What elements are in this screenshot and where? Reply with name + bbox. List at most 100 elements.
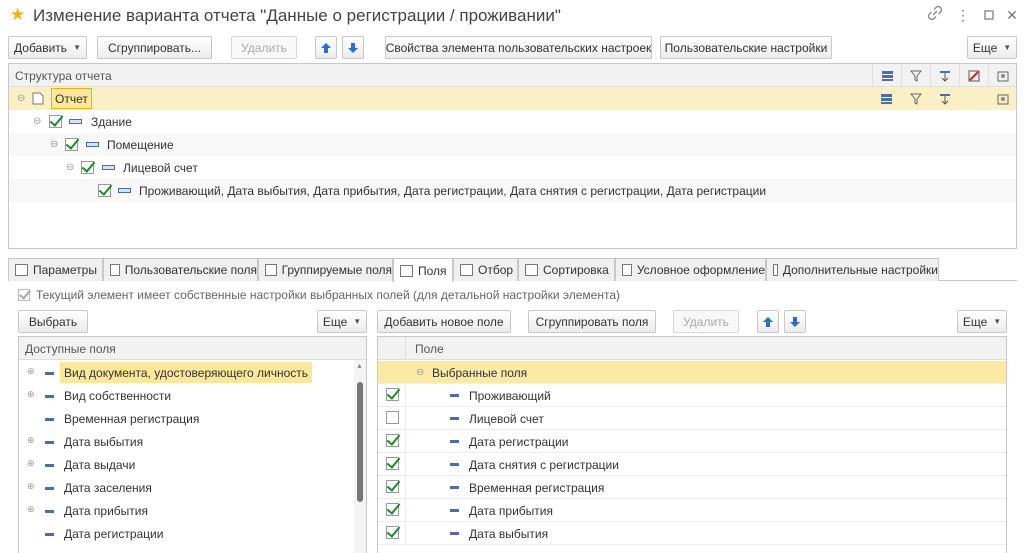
collapse-icon[interactable]: ⊖ [50,139,58,150]
selected-fields-group-row[interactable]: ⊖ Выбранные поля [378,361,1006,384]
expand-icon[interactable]: ⊕ [27,504,35,515]
tab-filter[interactable]: Отбор [453,258,518,281]
group-fields-button[interactable]: Сгруппировать поля [528,310,656,333]
row-checkbox[interactable] [386,503,399,516]
row-checkbox[interactable] [65,138,78,151]
structure-row-room[interactable]: ⊖ Помещение [9,133,1016,156]
field-label: Дата выдачи [64,458,136,472]
tab-fields[interactable]: Поля [393,258,453,282]
list-item[interactable]: ⊕ Дата выбытия [19,430,356,453]
filter-column-icon [901,64,930,87]
grouping-icon [872,87,901,110]
close-icon[interactable]: ✕ [1003,6,1021,24]
list-item[interactable]: Дата регистрации [19,522,356,545]
collapse-icon[interactable]: ⊖ [416,367,424,378]
additional-settings-icon [988,87,1017,110]
select-button[interactable]: Выбрать [18,310,88,333]
list-item[interactable]: ⊕ Дата прибытия [19,499,356,522]
structure-row-label: Здание [91,115,132,129]
structure-row-resident-details[interactable]: Проживающий, Дата выбытия, Дата прибытия… [9,179,1016,202]
collapse-icon[interactable]: ⊖ [17,93,25,104]
expand-icon[interactable]: ⊕ [27,366,35,377]
tab-additional-settings[interactable]: Дополнительные настройки [766,258,939,281]
table-row[interactable]: Дата регистрации [378,430,1006,453]
structure-row-account[interactable]: ⊖ Лицевой счет [9,156,1016,179]
field-icon [450,417,459,420]
row-checkbox[interactable] [81,161,94,174]
additional-settings-column-icon [988,64,1017,87]
move-down-button[interactable] [342,36,364,59]
tab-label: Поля [418,263,447,278]
list-item[interactable]: Временная регистрация [19,407,356,430]
row-checkbox[interactable] [386,457,399,470]
element-properties-button[interactable]: Свойства элемента пользовательских настр… [385,36,652,59]
list-item[interactable]: ⊕ Дата заселения [19,476,356,499]
grouped-fields-icon [265,264,277,276]
structure-row-building[interactable]: ⊖ Здание [9,110,1016,133]
tab-label: Параметры [33,263,97,277]
tab-conditional-format[interactable]: Условное оформление [615,258,766,281]
favorite-star-icon[interactable]: ★ [10,5,25,25]
collapse-icon[interactable]: ⊖ [33,116,41,127]
collapse-icon[interactable]: ⊖ [66,162,74,173]
expand-icon[interactable]: ⊕ [27,481,35,492]
row-checkbox[interactable] [49,115,62,128]
move-up-button[interactable] [315,36,337,59]
tab-sorting[interactable]: Сортировка [518,258,615,281]
vertical-scrollbar[interactable]: ▲ [354,360,366,553]
maximize-icon[interactable] [980,6,998,24]
list-item[interactable]: ⊕ Вид собственности [19,384,356,407]
sort-icon [525,264,538,276]
table-row[interactable]: Дата прибытия [378,499,1006,522]
fields-icon [400,264,413,277]
available-fields-header-label: Доступные поля [25,342,116,356]
table-row[interactable]: Лицевой счет [378,407,1006,430]
add-button[interactable]: Добавить ▼ [8,36,87,59]
row-checkbox[interactable] [386,526,399,539]
scroll-up-icon[interactable]: ▲ [356,363,363,370]
own-settings-checkbox[interactable]: Текущий элемент имеет собственные настро… [18,288,620,302]
left-more-label: Еще [322,314,348,329]
structure-row-label: Проживающий, Дата выбытия, Дата прибытия… [139,184,767,198]
field-move-down-button[interactable] [784,310,806,333]
table-row[interactable]: Дата выбытия [378,522,1006,545]
group-button[interactable]: Сгруппировать... [97,36,212,59]
user-settings-button[interactable]: Пользовательские настройки [660,36,832,59]
row-checkbox[interactable] [386,434,399,447]
field-label: Дата выбытия [469,527,549,541]
expand-icon[interactable]: ⊕ [27,458,35,469]
list-item[interactable]: ⊕ Вид документа, удостоверяющего личност… [19,361,356,384]
field-move-up-button[interactable] [757,310,779,333]
right-more-button[interactable]: Еще ▼ [957,310,1007,333]
structure-row-report[interactable]: ⊖ Отчет [9,87,1016,110]
more-icon[interactable]: ⋮ [954,6,972,24]
row-checkbox[interactable] [386,411,399,424]
delete-button-label: Удалить [241,40,287,55]
table-row[interactable]: Проживающий [378,384,1006,407]
tab-parameters[interactable]: Параметры [8,258,103,281]
field-label: Проживающий [469,389,551,403]
add-new-field-label: Добавить новое поле [384,314,504,329]
additional-settings-icon [773,264,778,276]
field-icon [45,418,54,421]
tab-grouped-fields[interactable]: Группируемые поля [258,258,393,281]
expand-icon[interactable]: ⊕ [27,389,35,400]
table-row[interactable]: Временная регистрация [378,476,1006,499]
right-delete-button[interactable]: Удалить [673,310,739,333]
list-item[interactable]: ⊕ Дата выдачи [19,453,356,476]
tab-label: Дополнительные настройки [782,263,938,277]
tab-user-fields[interactable]: Пользовательские поля [103,258,258,281]
more-button[interactable]: Еще ▼ [967,36,1017,59]
row-checkbox[interactable] [386,480,399,493]
sort-column-icon [930,64,959,87]
delete-button[interactable]: Удалить [231,36,297,59]
row-checkbox[interactable] [98,184,111,197]
scrollbar-thumb[interactable] [357,382,363,502]
link-icon[interactable] [926,5,944,24]
left-more-button[interactable]: Еще ▼ [317,310,367,333]
row-checkbox[interactable] [386,388,399,401]
field-label: Лицевой счет [469,412,544,426]
expand-icon[interactable]: ⊕ [27,435,35,446]
table-row[interactable]: Дата снятия с регистрации [378,453,1006,476]
add-new-field-button[interactable]: Добавить новое поле [377,310,511,333]
